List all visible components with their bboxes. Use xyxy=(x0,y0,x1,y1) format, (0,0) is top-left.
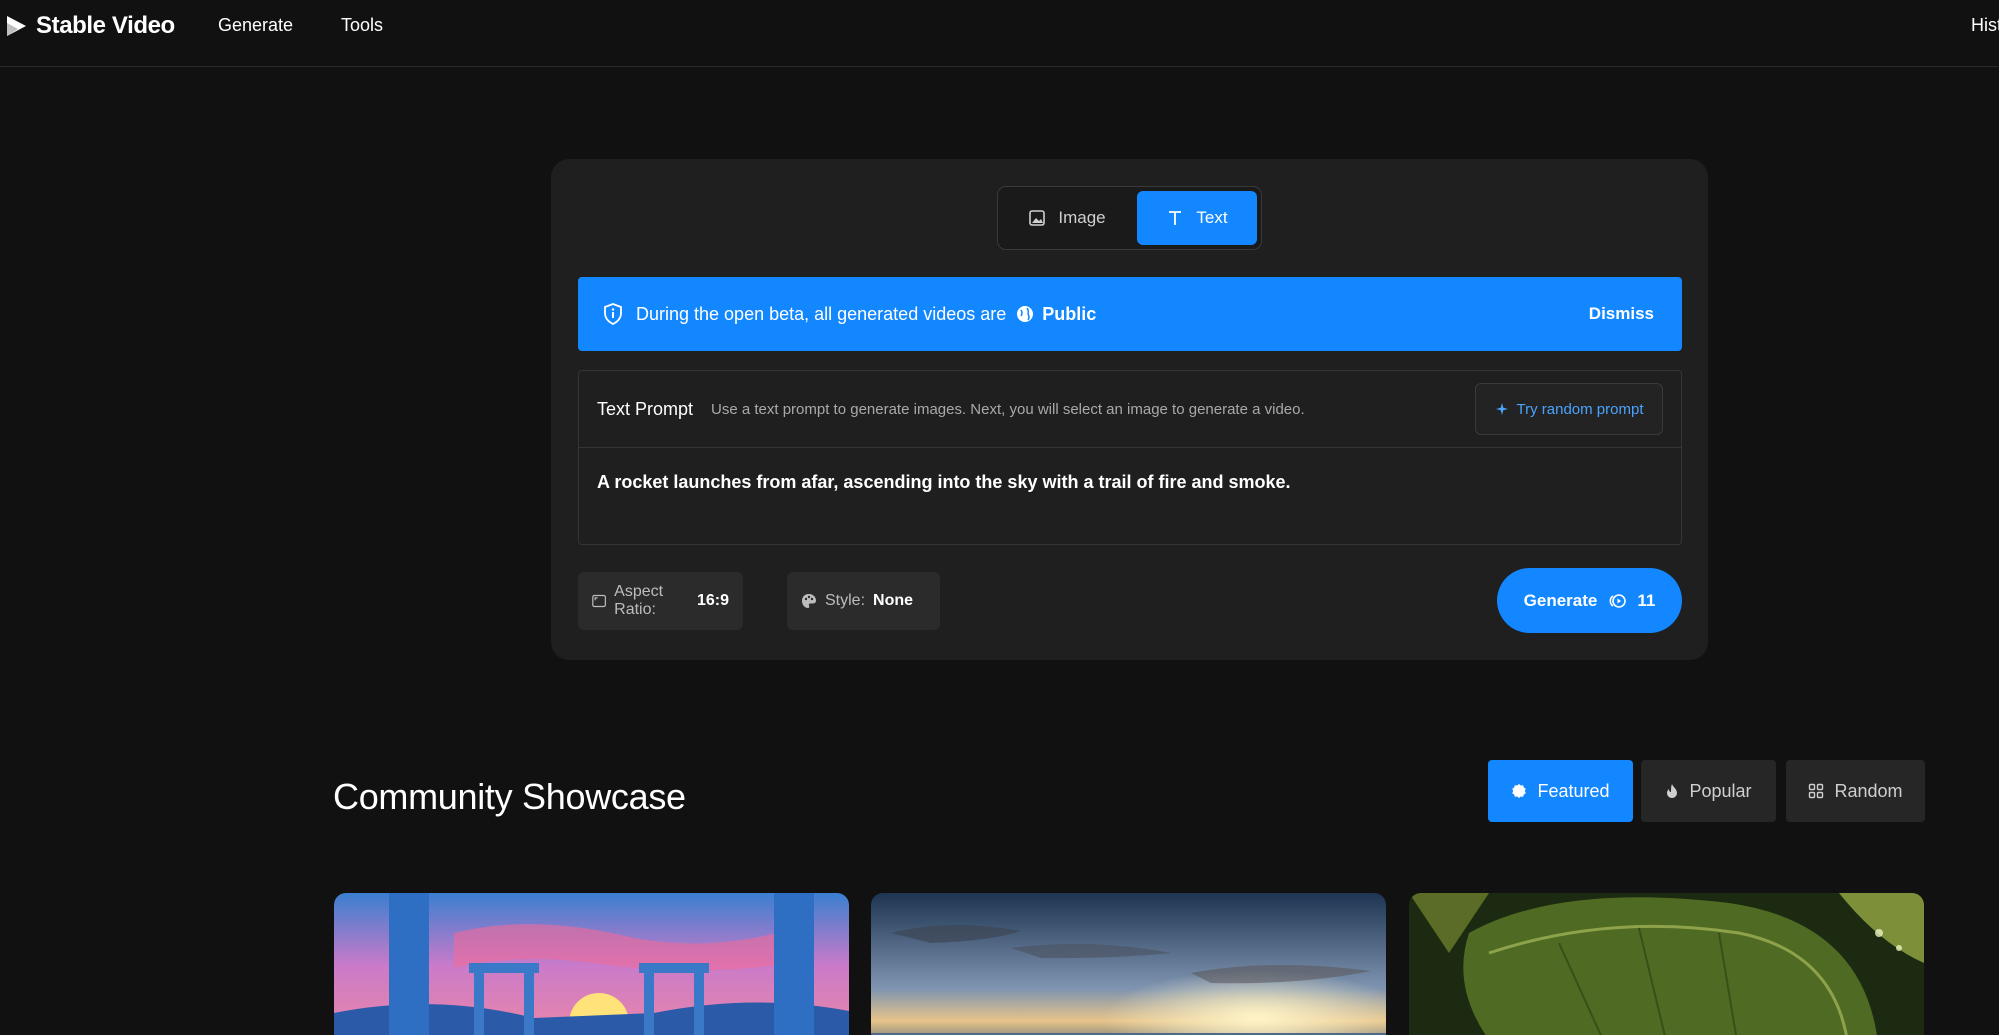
badge-icon xyxy=(1512,784,1527,798)
credits-icon xyxy=(1609,593,1627,608)
prompt-title: Text Prompt xyxy=(597,399,694,419)
brand-logo[interactable]: Stable Video xyxy=(4,12,175,40)
filter-random[interactable]: Random xyxy=(1786,760,1925,822)
try-random-prompt-label: Try random prompt xyxy=(1516,400,1644,418)
mode-image-label: Image xyxy=(1058,208,1106,227)
ocean-sunset-thumbnail xyxy=(871,893,1386,1035)
nav-generate[interactable]: Generate xyxy=(218,15,293,36)
jungle-leaf-thumbnail xyxy=(1409,893,1924,1035)
filter-featured-label: Featured xyxy=(1537,780,1610,801)
dismiss-button[interactable]: Dismiss xyxy=(1589,304,1654,324)
filter-popular-label: Popular xyxy=(1689,780,1752,801)
showcase-video-temple[interactable] xyxy=(334,893,849,1035)
generate-button[interactable]: Generate 11 xyxy=(1497,568,1682,633)
filter-popular[interactable]: Popular xyxy=(1641,760,1776,822)
palette-icon xyxy=(802,594,816,608)
aspect-ratio-icon xyxy=(592,594,606,608)
mode-text-button[interactable]: Text xyxy=(1137,191,1257,245)
aspect-ratio-label: Aspect Ratio: xyxy=(614,583,664,618)
style-value: None xyxy=(873,592,914,609)
mode-image-button[interactable]: Image xyxy=(1002,191,1132,245)
showcase-video-ocean[interactable] xyxy=(871,893,1386,1035)
try-random-prompt-button[interactable]: Try random prompt xyxy=(1475,383,1663,435)
style-label: Style: xyxy=(825,592,866,609)
filter-random-label: Random xyxy=(1834,780,1903,801)
prompt-input[interactable]: A rocket launches from afar, ascending i… xyxy=(597,472,1291,493)
prompt-panel: Text Prompt Use a text prompt to generat… xyxy=(578,370,1682,545)
play-logo-icon xyxy=(7,16,26,36)
credits-count: 11 xyxy=(1637,590,1656,610)
style-button[interactable]: Style: None xyxy=(787,572,940,630)
grid-icon xyxy=(1809,783,1824,799)
image-icon xyxy=(1029,210,1046,226)
text-icon xyxy=(1169,211,1182,225)
visibility-label: Public xyxy=(1042,303,1097,324)
generate-label: Generate xyxy=(1523,590,1598,610)
brand-name: Stable Video xyxy=(36,12,175,39)
shield-info-icon xyxy=(604,303,622,326)
prompt-hint: Use a text prompt to generate images. Ne… xyxy=(711,401,1305,418)
sparkle-icon xyxy=(1495,403,1508,415)
mode-text-label: Text xyxy=(1196,208,1228,227)
temple-sunset-thumbnail xyxy=(334,893,849,1035)
nav-history[interactable]: History xyxy=(1971,15,1999,36)
banner-message: During the open beta, all generated vide… xyxy=(636,303,1007,324)
prompt-header: Text Prompt Use a text prompt to generat… xyxy=(579,371,1681,448)
mode-toggle: Image Text xyxy=(997,186,1262,250)
nav-tools[interactable]: Tools xyxy=(341,15,383,36)
showcase-title: Community Showcase xyxy=(333,776,686,817)
filter-featured[interactable]: Featured xyxy=(1488,760,1633,822)
generate-card: Image Text During the open beta, all gen… xyxy=(551,159,1708,660)
aspect-ratio-value: 16:9 xyxy=(696,592,729,609)
flame-icon xyxy=(1667,784,1678,798)
top-nav-bar: Stable Video Generate Tools History xyxy=(0,0,1999,67)
globe-icon xyxy=(1017,306,1034,322)
aspect-ratio-button[interactable]: Aspect Ratio: 16:9 xyxy=(578,572,743,630)
beta-banner: During the open beta, all generated vide… xyxy=(578,277,1682,351)
showcase-video-leaf[interactable] xyxy=(1409,893,1924,1035)
